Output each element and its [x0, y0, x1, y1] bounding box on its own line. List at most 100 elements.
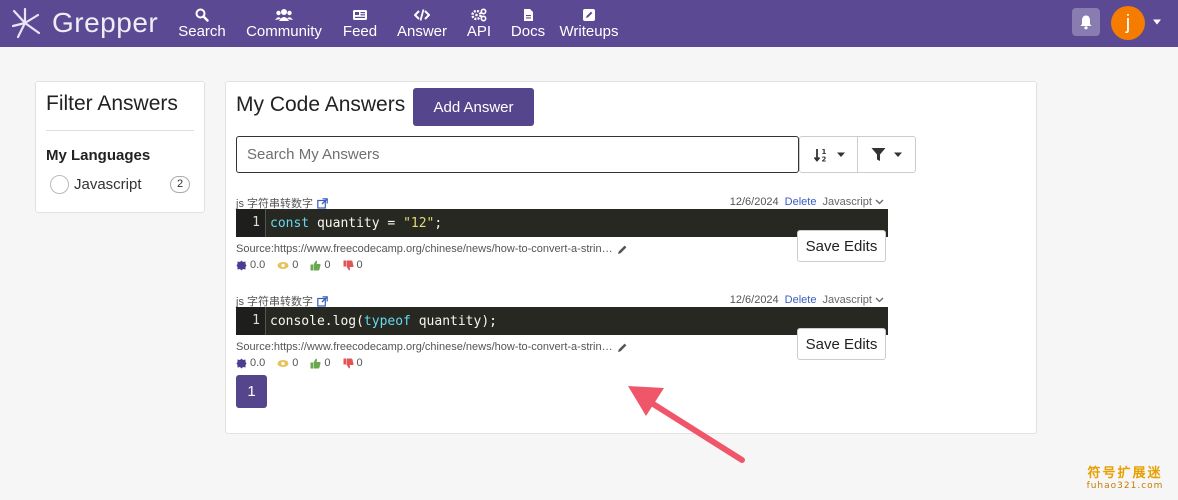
- external-link-icon[interactable]: [317, 197, 328, 209]
- source-text: Source:https://www.freecodecamp.org/chin…: [236, 243, 613, 255]
- filter-divider: [46, 130, 194, 131]
- views-stat: 0: [277, 259, 298, 271]
- answer-stats: 0.0 0 0 0: [236, 259, 375, 271]
- line-number: 1: [236, 307, 266, 335]
- watermark-url: fuhao321.com: [1086, 481, 1164, 491]
- code-token: typeof: [363, 313, 411, 329]
- code-token: console.log(: [270, 313, 364, 329]
- upvote-value: 0: [324, 357, 331, 369]
- pagination-page-1[interactable]: 1: [236, 375, 267, 408]
- caret-down-icon: [836, 152, 845, 157]
- thumbs-up-icon: [310, 358, 322, 368]
- answer-source: Source:https://www.freecodecamp.org/chin…: [236, 243, 628, 255]
- filter-dropdown-button[interactable]: [857, 137, 915, 172]
- nav-writeups-label: Writeups: [559, 23, 619, 40]
- rank-stat: 0.0: [236, 357, 265, 369]
- answer-meta: 12/6/2024 Delete Javascript: [730, 196, 884, 208]
- avatar[interactable]: j: [1111, 6, 1145, 40]
- code-token: quantity =: [309, 215, 404, 231]
- line-number: 1: [236, 209, 266, 237]
- sort-filter-group: 1 2: [799, 136, 916, 173]
- brand-logo[interactable]: Grepper: [10, 6, 158, 40]
- grepper-logo-icon: [11, 7, 41, 39]
- eye-icon: [277, 261, 289, 269]
- site-watermark: 符号扩展迷 fuhao321.com: [1080, 462, 1170, 491]
- external-link-icon[interactable]: [317, 295, 328, 307]
- newspaper-icon: [353, 10, 367, 20]
- upvote-stat[interactable]: 0: [310, 357, 331, 369]
- downvote-value: 0: [356, 357, 363, 369]
- downvote-stat[interactable]: 0: [343, 259, 363, 271]
- languages-heading: My Languages: [46, 147, 151, 164]
- rank-value: 0.0: [250, 357, 266, 369]
- edit-icon: [583, 9, 595, 21]
- search-answers-input[interactable]: [236, 136, 799, 173]
- answer-source: Source:https://www.freecodecamp.org/chin…: [236, 341, 628, 353]
- source-text: Source:https://www.freecodecamp.org/chin…: [236, 341, 613, 353]
- code-token: ;: [434, 215, 443, 231]
- save-edits-button[interactable]: Save Edits: [797, 230, 886, 262]
- code-editor[interactable]: 1 console.log(typeof quantity);: [236, 307, 888, 335]
- nav-feed-label: Feed: [342, 23, 378, 40]
- answer-date: 12/6/2024: [729, 196, 779, 208]
- filter-title: Filter Answers: [46, 92, 178, 115]
- language-radio-javascript[interactable]: [50, 175, 69, 194]
- nav-answer[interactable]: Answer: [396, 6, 448, 42]
- sort-dropdown-button[interactable]: 1 2: [800, 137, 857, 172]
- bell-icon: [1080, 15, 1092, 30]
- language-select[interactable]: Javascript: [822, 196, 884, 208]
- nav-writeups[interactable]: Writeups: [558, 6, 620, 42]
- code-editor[interactable]: 1 const quantity = "12";: [236, 209, 888, 237]
- nav-docs[interactable]: Docs: [510, 6, 546, 42]
- delete-link[interactable]: Delete: [785, 196, 817, 208]
- file-icon: [524, 9, 533, 21]
- nav-docs-label: Docs: [510, 23, 546, 40]
- nav-answer-label: Answer: [396, 23, 448, 40]
- delete-link[interactable]: Delete: [785, 294, 817, 306]
- nav-community-label: Community: [246, 23, 322, 40]
- filter-panel: Filter Answers My Languages Javascript 2: [35, 81, 205, 213]
- brand-name: Grepper: [52, 7, 159, 38]
- downvote-stat[interactable]: 0: [343, 357, 363, 369]
- nav-api-label: API: [466, 23, 492, 40]
- page-title: My Code Answers: [236, 93, 406, 116]
- eye-icon: [277, 359, 289, 367]
- nav-community[interactable]: Community: [244, 6, 324, 42]
- chevron-down-icon: [875, 199, 884, 205]
- language-select[interactable]: Javascript: [822, 294, 884, 306]
- pencil-icon[interactable]: [617, 342, 628, 353]
- nav-search[interactable]: Search: [178, 6, 226, 42]
- language-select-value: Javascript: [822, 294, 872, 306]
- save-edits-button[interactable]: Save Edits: [797, 328, 886, 360]
- code-icon: [414, 9, 430, 21]
- thumbs-down-icon: [343, 358, 354, 368]
- views-stat: 0: [277, 357, 298, 369]
- views-value: 0: [292, 357, 299, 369]
- watermark-title: 符号扩展迷: [1087, 466, 1163, 481]
- sort-numeric-icon: 1 2: [813, 148, 826, 163]
- chevron-down-icon: [875, 297, 884, 303]
- language-label-javascript[interactable]: Javascript: [74, 176, 142, 193]
- answer-meta: 12/6/2024 Delete Javascript: [730, 294, 884, 306]
- nav-api[interactable]: API: [466, 6, 492, 42]
- rank-stat: 0.0: [236, 259, 265, 271]
- notifications-button[interactable]: [1072, 8, 1100, 36]
- top-navbar: Grepper Search Community Feed Answer API…: [0, 0, 1178, 47]
- code-line: console.log(typeof quantity);: [266, 314, 497, 329]
- code-line: const quantity = "12";: [266, 216, 442, 231]
- users-icon: [275, 9, 293, 21]
- pencil-icon[interactable]: [617, 244, 628, 255]
- upvote-stat[interactable]: 0: [310, 259, 331, 271]
- answer-date: 12/6/2024: [729, 294, 779, 306]
- nav-search-label: Search: [178, 23, 226, 40]
- rank-value: 0.0: [250, 259, 266, 271]
- annotation-arrow-icon: [628, 386, 745, 463]
- upvote-value: 0: [324, 259, 331, 271]
- add-answer-button[interactable]: Add Answer: [413, 88, 534, 126]
- rank-badge-icon: [236, 260, 247, 270]
- nav-feed[interactable]: Feed: [343, 6, 377, 42]
- chevron-down-icon[interactable]: [1152, 18, 1162, 26]
- search-icon: [195, 8, 209, 22]
- views-value: 0: [292, 259, 299, 271]
- language-count-badge: 2: [170, 176, 190, 193]
